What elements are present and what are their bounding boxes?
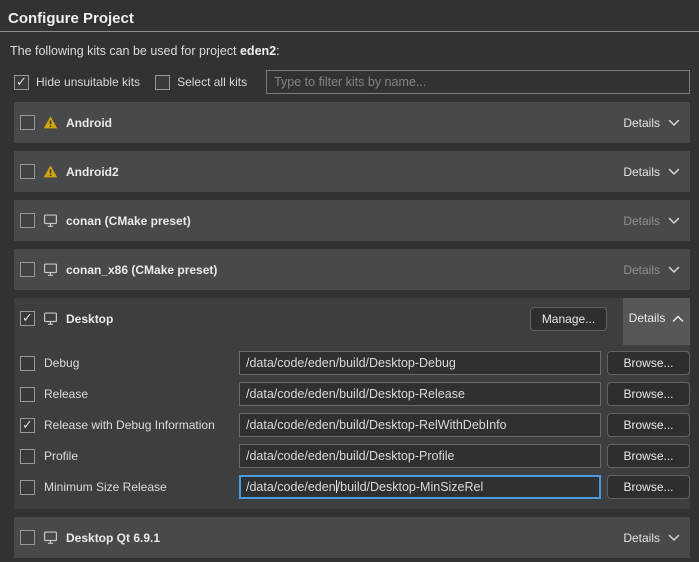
details-label: Details [623,263,660,277]
page-title: Configure Project [0,0,699,27]
config-release-path-input[interactable]: /data/code/eden/build/Desktop-Release [239,382,601,406]
desktop-icon [43,530,58,545]
manage-kits-button[interactable]: Manage... [530,307,607,331]
kit-android2-details-button[interactable]: Details [623,165,680,179]
kit-row-desktop-qt-691: Desktop Qt 6.9.1 Details [14,517,690,558]
kit-android2-checkbox[interactable] [20,164,35,179]
config-label: Profile [44,449,239,463]
kit-desktop-details-button[interactable]: Details [623,298,690,345]
build-config-row-minsizerel: Minimum Size Release /data/code/eden/bui… [20,475,690,499]
config-minsizerel-path-input[interactable]: /data/code/eden/build/Desktop-MinSizeRel [239,475,601,499]
config-profile-checkbox[interactable] [20,449,35,464]
config-relwithdebinfo-checkbox[interactable] [20,418,35,433]
intro-text: The following kits can be used for proje… [10,44,699,58]
warning-icon [43,164,58,179]
kit-name: Android [66,116,112,130]
kit-conan-details-button[interactable]: Details [623,214,680,228]
kit-list: Android Details Android2 Details c [14,102,690,558]
kit-row-android2: Android2 Details [14,151,690,192]
kit-android-checkbox[interactable] [20,115,35,130]
kit-conan-checkbox[interactable] [20,213,35,228]
build-config-row-relwithdebinfo: Release with Debug Information /data/cod… [20,413,690,437]
build-config-row-debug: Debug /data/code/eden/build/Desktop-Debu… [20,351,690,375]
config-label: Minimum Size Release [44,480,239,494]
select-all-kits-checkbox[interactable] [155,75,170,90]
path-text-after-caret: /build/Desktop-MinSizeRel [337,480,484,494]
project-name: eden2 [240,44,276,58]
chevron-down-icon [668,266,680,274]
config-profile-browse-button[interactable]: Browse... [607,444,690,468]
config-minsizerel-checkbox[interactable] [20,480,35,495]
config-release-browse-button[interactable]: Browse... [607,382,690,406]
kit-conan-x86-checkbox[interactable] [20,262,35,277]
config-relwithdebinfo-path-input[interactable]: /data/code/eden/build/Desktop-RelWithDeb… [239,413,601,437]
config-debug-path-input[interactable]: /data/code/eden/build/Desktop-Debug [239,351,601,375]
desktop-icon [43,262,58,277]
warning-icon [43,115,58,130]
path-text-before-caret: /data/code/eden [246,480,336,494]
desktop-icon [43,213,58,228]
build-config-list: Debug /data/code/eden/build/Desktop-Debu… [14,339,690,499]
details-label: Details [623,116,660,130]
chevron-down-icon [668,534,680,542]
details-label: Details [623,214,660,228]
config-minsizerel-browse-button[interactable]: Browse... [607,475,690,499]
kit-name: Desktop Qt 6.9.1 [66,531,160,545]
build-config-row-profile: Profile /data/code/eden/build/Desktop-Pr… [20,444,690,468]
kit-android-details-button[interactable]: Details [623,116,680,130]
kit-name: conan_x86 (CMake preset) [66,263,217,277]
kit-section-desktop: Desktop Manage... Details Debug /data/co… [14,298,690,509]
kit-conan-x86-details-button[interactable]: Details [623,263,680,277]
select-all-kits-label: Select all kits [177,75,247,89]
kit-row-conan-x86: conan_x86 (CMake preset) Details [14,249,690,290]
config-debug-browse-button[interactable]: Browse... [607,351,690,375]
kit-row-conan: conan (CMake preset) Details [14,200,690,241]
config-label: Release [44,387,239,401]
config-release-checkbox[interactable] [20,387,35,402]
kit-filter-toolbar: Hide unsuitable kits Select all kits [14,70,690,94]
kit-row-android: Android Details [14,102,690,143]
desktop-icon [43,311,58,326]
config-relwithdebinfo-browse-button[interactable]: Browse... [607,413,690,437]
hide-unsuitable-kits-checkbox[interactable] [14,75,29,90]
kit-desktop-qt-details-button[interactable]: Details [623,531,680,545]
kit-desktop-qt-checkbox[interactable] [20,530,35,545]
chevron-down-icon [668,168,680,176]
config-debug-checkbox[interactable] [20,356,35,371]
kit-name: Desktop [66,312,113,326]
chevron-down-icon [668,119,680,127]
config-profile-path-input[interactable]: /data/code/eden/build/Desktop-Profile [239,444,601,468]
config-label: Release with Debug Information [44,418,239,432]
intro-suffix: : [276,44,279,58]
intro-prefix: The following kits can be used for proje… [10,44,240,58]
details-label: Details [629,311,666,345]
titlebar: Configure Project [0,0,699,32]
build-config-row-release: Release /data/code/eden/build/Desktop-Re… [20,382,690,406]
chevron-up-icon [672,311,684,345]
chevron-down-icon [668,217,680,225]
kit-name: conan (CMake preset) [66,214,191,228]
config-label: Debug [44,356,239,370]
kit-name: Android2 [66,165,119,179]
details-label: Details [623,531,660,545]
hide-unsuitable-kits-label: Hide unsuitable kits [36,75,140,89]
configure-project-page: Configure Project The following kits can… [0,0,699,562]
kit-filter-input[interactable] [266,70,690,94]
details-label: Details [623,165,660,179]
kit-desktop-checkbox[interactable] [20,311,35,326]
